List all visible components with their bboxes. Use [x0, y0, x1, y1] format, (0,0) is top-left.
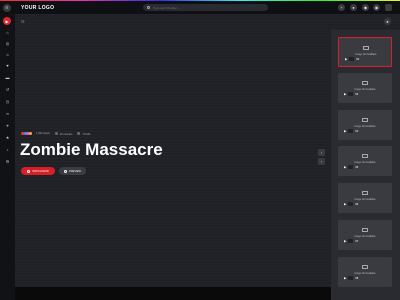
play-icon: ▶: [344, 239, 347, 243]
duration-label: 20 minutes: [59, 132, 73, 136]
search-icon: [147, 6, 150, 9]
episode-number: 07: [355, 239, 359, 243]
site-logo[interactable]: YOUR LOGO: [21, 5, 54, 11]
playlist-item[interactable]: Image Not Available ▶ 07: [338, 220, 392, 250]
episode-number: 05: [355, 165, 359, 169]
clock-icon: [54, 131, 58, 135]
episode-badge: [349, 57, 355, 61]
play-icon[interactable]: ▶: [3, 17, 11, 25]
views-count: 1,354 views: [36, 132, 50, 135]
notifications-button[interactable]: ●: [350, 4, 357, 11]
playlist-item[interactable]: Image Not Available ▶ 08: [338, 257, 392, 287]
episode-badge: [348, 276, 354, 280]
play-circle-icon: [27, 169, 31, 173]
compass-icon[interactable]: ◎: [5, 41, 10, 46]
play-icon: ▶: [344, 202, 347, 206]
duration-info: 20 minutes: [54, 131, 73, 136]
settings-icon[interactable]: ⚙: [5, 159, 10, 164]
home-icon[interactable]: ⌂: [5, 30, 10, 35]
rating-info: TV-MA: [77, 131, 91, 136]
hero-meta: 1,354 views 20 minutes TV-MA: [21, 131, 90, 136]
watch-now-button[interactable]: WATCH NOW: [21, 167, 55, 175]
play-icon: ▶: [344, 276, 347, 280]
folder-icon[interactable]: ▬: [5, 75, 10, 80]
image-icon: [363, 46, 369, 50]
menu-button[interactable]: ≡: [3, 4, 11, 12]
placeholder-text: Image Not Available: [354, 88, 376, 91]
profile-button[interactable]: ◉: [373, 4, 380, 11]
music-icon[interactable]: ♪: [5, 147, 10, 152]
episode-badge: [348, 202, 354, 206]
placeholder-text: Image Not Available: [354, 125, 376, 128]
preview-button[interactable]: PREVIEW: [59, 167, 86, 175]
user-icon[interactable]: ●: [384, 18, 391, 25]
top-bar: ≡ YOUR LOGO + ● ◆ ◉: [0, 1, 400, 14]
grid-view-icon[interactable]: ☷: [21, 19, 25, 24]
playlist-item[interactable]: Image Not Available ▶ 02: [338, 37, 392, 67]
play-icon: ▶: [344, 165, 347, 169]
placeholder-text: Image Not Available: [354, 235, 376, 238]
messages-button[interactable]: ◆: [362, 4, 369, 11]
image-icon: [362, 81, 368, 85]
play-icon: ▶: [345, 57, 348, 61]
sidebar: ▶ ⌂ ◎ ♨ ♥ ▬ ↺ ◷ ∞ ⌖ ★ ♪ ⚙: [0, 14, 15, 300]
episode-badge: [348, 92, 354, 96]
search-input[interactable]: [153, 5, 253, 10]
link-icon[interactable]: ∞: [5, 111, 10, 116]
episode-number: 03: [355, 92, 359, 96]
preview-label: PREVIEW: [69, 169, 81, 173]
playlist-item[interactable]: Image Not Available ▶ 05: [338, 146, 392, 176]
episode-number: 06: [355, 202, 359, 206]
hero-title: Zombie Massacre: [20, 140, 163, 159]
placeholder-text: Image Not Available: [354, 198, 376, 201]
play-icon: ▶: [344, 92, 347, 96]
heart-icon[interactable]: ♥: [5, 63, 10, 68]
episode-number: 02: [356, 57, 360, 61]
image-icon: [362, 154, 368, 158]
image-icon: [362, 228, 368, 232]
image-icon: [362, 191, 368, 195]
rating-label: TV-MA: [82, 132, 91, 136]
placeholder-text: Image Not Available: [354, 272, 376, 275]
apps-button[interactable]: [385, 4, 392, 11]
image-icon: [362, 265, 368, 269]
episode-badge: [348, 129, 354, 133]
playlist-item[interactable]: Image Not Available ▶ 06: [338, 183, 392, 213]
search-bar[interactable]: [143, 4, 268, 11]
image-icon: [362, 118, 368, 122]
history-icon[interactable]: ↺: [5, 87, 10, 92]
placeholder-text: Image Not Available: [354, 161, 376, 164]
playlist-item[interactable]: Image Not Available ▶ 03: [338, 73, 392, 103]
tag-icon[interactable]: ⌖: [5, 123, 10, 128]
episode-number: 04: [355, 129, 359, 133]
episode-number: 08: [355, 276, 359, 280]
prev-slide-button[interactable]: ‹: [318, 149, 325, 156]
star-icon[interactable]: ★: [5, 135, 10, 140]
eye-icon: [64, 169, 68, 173]
rating-dots: [21, 131, 32, 136]
bottom-strip: [15, 287, 331, 300]
placeholder-text: Image Not Available: [355, 53, 377, 56]
episode-badge: [348, 239, 354, 243]
playlist-item[interactable]: Image Not Available ▶ 04: [338, 110, 392, 140]
fire-icon[interactable]: ♨: [5, 52, 10, 57]
add-button[interactable]: +: [338, 4, 345, 11]
clock-icon[interactable]: ◷: [5, 99, 10, 104]
episode-badge: [348, 165, 354, 169]
next-slide-button[interactable]: ›: [318, 158, 325, 165]
tv-icon: [77, 131, 81, 135]
play-icon: ▶: [344, 129, 347, 133]
watch-now-label: WATCH NOW: [32, 169, 49, 173]
